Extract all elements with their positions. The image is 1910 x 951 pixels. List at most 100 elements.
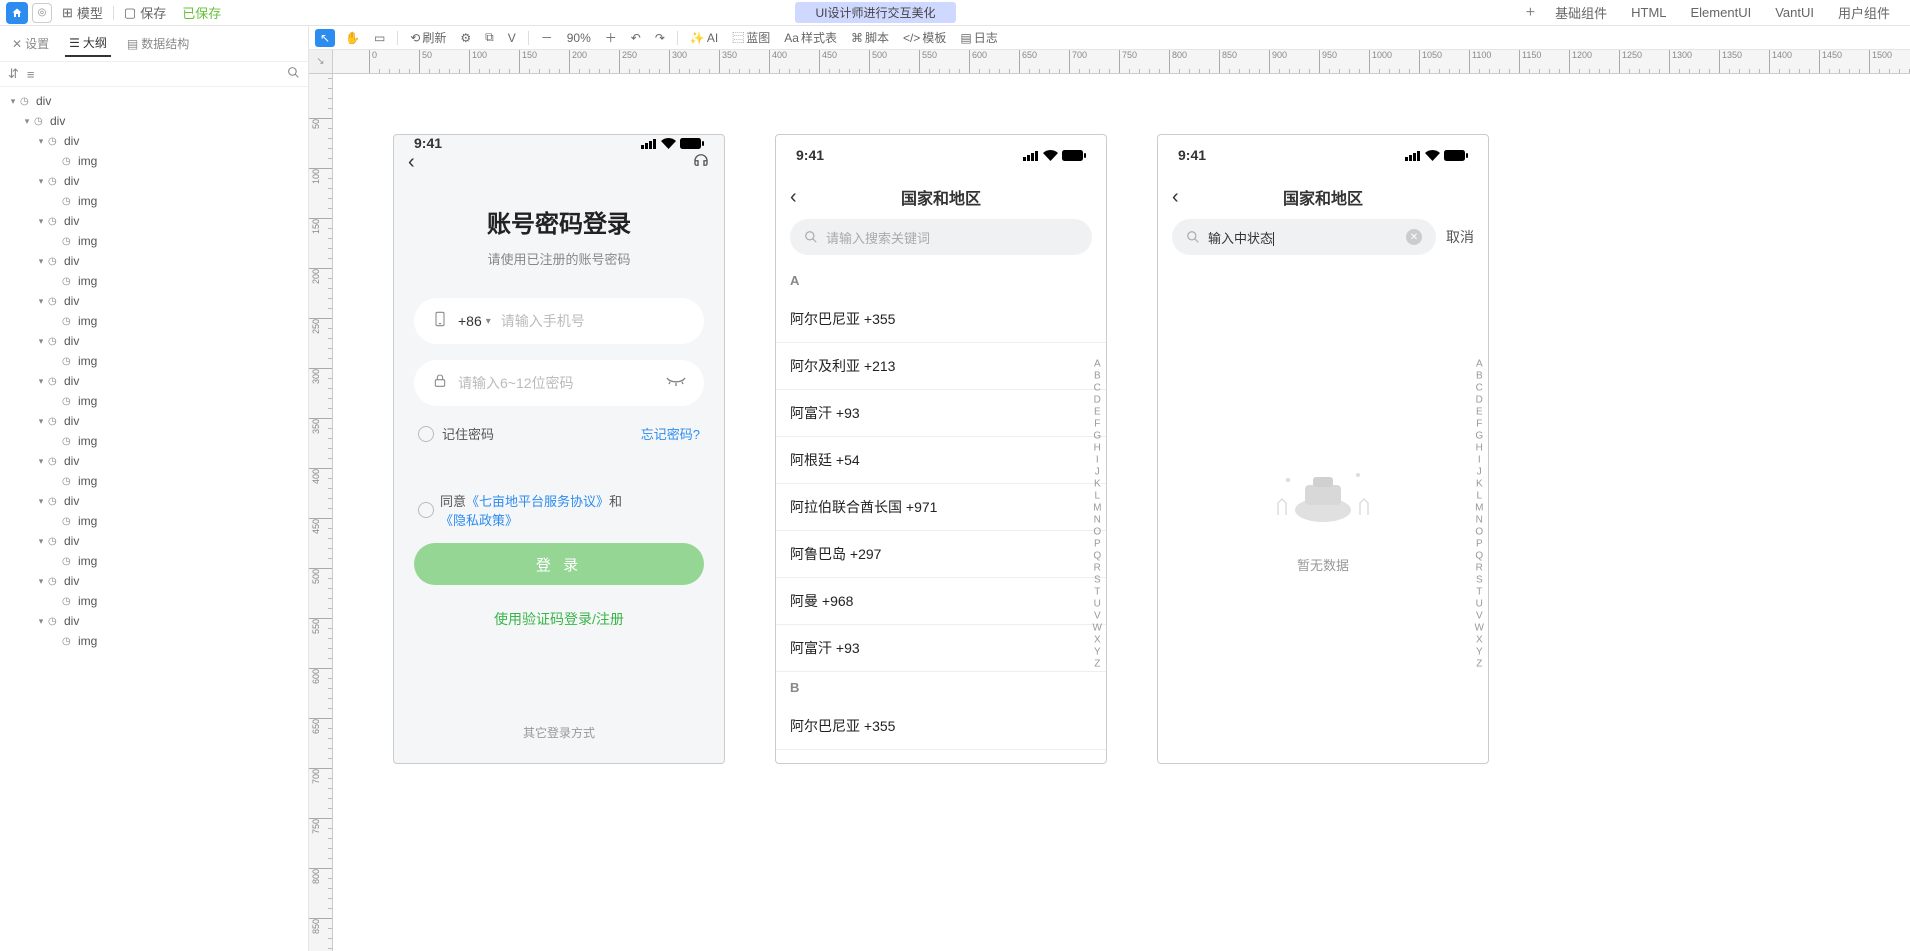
alpha-H[interactable]: H bbox=[1093, 443, 1102, 454]
alpha-L[interactable]: L bbox=[1475, 491, 1484, 502]
tree-node-img[interactable]: ◷img bbox=[0, 351, 308, 371]
alpha-index[interactable]: ABCDEFGHIJKLMNOPQRSTUVWXYZ bbox=[1475, 359, 1484, 670]
alpha-W[interactable]: W bbox=[1093, 623, 1102, 634]
alpha-P[interactable]: P bbox=[1475, 539, 1484, 550]
alpha-S[interactable]: S bbox=[1093, 575, 1102, 586]
alpha-I[interactable]: I bbox=[1093, 455, 1102, 466]
alpha-U[interactable]: U bbox=[1475, 599, 1484, 610]
canvas-viewport[interactable]: 9:41 ‹ 账号密码登录 bbox=[333, 74, 1910, 951]
zoom-level[interactable]: 90% bbox=[563, 29, 595, 47]
alpha-X[interactable]: X bbox=[1093, 635, 1102, 646]
tab-user-components[interactable]: 用户组件 bbox=[1826, 0, 1902, 26]
tree-node-img[interactable]: ◷img bbox=[0, 391, 308, 411]
tab-elementui[interactable]: ElementUI bbox=[1679, 1, 1764, 24]
alpha-K[interactable]: K bbox=[1475, 479, 1484, 490]
back-button[interactable]: ‹ bbox=[790, 186, 797, 209]
tab-vantui[interactable]: VantUI bbox=[1763, 1, 1826, 24]
alpha-T[interactable]: T bbox=[1475, 587, 1484, 598]
tree-node-img[interactable]: ◷img bbox=[0, 311, 308, 331]
alpha-J[interactable]: J bbox=[1475, 467, 1484, 478]
tree-node-img[interactable]: ◷img bbox=[0, 271, 308, 291]
forgot-password-link[interactable]: 忘记密码? bbox=[641, 424, 700, 443]
alpha-M[interactable]: M bbox=[1475, 503, 1484, 514]
gear-tool[interactable]: ⚙ bbox=[456, 29, 475, 47]
alpha-Q[interactable]: Q bbox=[1093, 551, 1102, 562]
alpha-V[interactable]: V bbox=[1475, 611, 1484, 622]
alpha-E[interactable]: E bbox=[1093, 407, 1102, 418]
add-tab-button[interactable]: + bbox=[1518, 4, 1543, 22]
alpha-S[interactable]: S bbox=[1475, 575, 1484, 586]
tree-node-img[interactable]: ◷img bbox=[0, 591, 308, 611]
country-item[interactable]: 阿尔及利亚 +213 bbox=[776, 343, 1106, 390]
search-input[interactable]: 请输入搜索关键词 bbox=[790, 219, 1092, 255]
tree-node-div[interactable]: ▾◷div bbox=[0, 491, 308, 511]
alpha-G[interactable]: G bbox=[1093, 431, 1102, 442]
tree-node-div[interactable]: ▾◷div bbox=[0, 211, 308, 231]
hand-tool[interactable]: ✋ bbox=[341, 29, 364, 47]
tree-node-img[interactable]: ◷img bbox=[0, 551, 308, 571]
template-button[interactable]: </>模板 bbox=[899, 27, 950, 48]
tree-node-img[interactable]: ◷img bbox=[0, 511, 308, 531]
redo-button[interactable]: ↷ bbox=[651, 29, 669, 47]
tab-basic-components[interactable]: 基础组件 bbox=[1543, 0, 1619, 26]
alpha-I[interactable]: I bbox=[1475, 455, 1484, 466]
tree-node-img[interactable]: ◷img bbox=[0, 471, 308, 491]
alpha-H[interactable]: H bbox=[1475, 443, 1484, 454]
country-list[interactable]: A 阿尔巴尼亚 +355阿尔及利亚 +213阿富汗 +93阿根廷 +54阿拉伯联… bbox=[776, 265, 1106, 763]
tree-node-div[interactable]: ▾◷div bbox=[0, 331, 308, 351]
tree-node-img[interactable]: ◷img bbox=[0, 231, 308, 251]
back-button[interactable]: ‹ bbox=[408, 151, 415, 174]
tree-node-div[interactable]: ▾◷div bbox=[0, 111, 308, 131]
pointer-tool[interactable]: ↖ bbox=[315, 29, 335, 47]
alpha-P[interactable]: P bbox=[1093, 539, 1102, 550]
stylesheet-button[interactable]: Aa样式表 bbox=[780, 27, 841, 48]
v-tool[interactable]: V bbox=[504, 29, 520, 47]
tree-node-div[interactable]: ▾◷div bbox=[0, 131, 308, 151]
tree-node-img[interactable]: ◷img bbox=[0, 631, 308, 651]
tree-node-div[interactable]: ▾◷div bbox=[0, 371, 308, 391]
country-item[interactable]: 阿富汗 +93 bbox=[776, 625, 1106, 672]
alt-login-link[interactable]: 使用验证码登录/注册 bbox=[414, 609, 704, 629]
tree-node-div[interactable]: ▾◷div bbox=[0, 291, 308, 311]
password-input[interactable]: 请输入6~12位密码 bbox=[414, 360, 704, 406]
headset-icon[interactable] bbox=[692, 151, 710, 174]
alpha-T[interactable]: T bbox=[1093, 587, 1102, 598]
alpha-index[interactable]: ABCDEFGHIJKLMNOPQRSTUVWXYZ bbox=[1093, 359, 1102, 670]
alpha-X[interactable]: X bbox=[1475, 635, 1484, 646]
alpha-A[interactable]: A bbox=[1475, 359, 1484, 370]
tree-node-img[interactable]: ◷img bbox=[0, 151, 308, 171]
tree-node-img[interactable]: ◷img bbox=[0, 431, 308, 451]
tree-tool-2[interactable]: ≡ bbox=[27, 67, 35, 82]
alpha-R[interactable]: R bbox=[1093, 563, 1102, 574]
alpha-V[interactable]: V bbox=[1093, 611, 1102, 622]
zoom-out[interactable]: － bbox=[537, 27, 557, 48]
agreement-row[interactable]: 同意《七亩地平台服务协议》和《隐私政策》 bbox=[414, 491, 704, 529]
log-button[interactable]: ▤日志 bbox=[956, 27, 1001, 48]
country-item[interactable]: 阿鲁巴岛 +297 bbox=[776, 531, 1106, 578]
ai-button[interactable]: ✨AI bbox=[686, 29, 722, 47]
service-agreement-link[interactable]: 《七亩地平台服务协议》 bbox=[466, 494, 609, 509]
alpha-W[interactable]: W bbox=[1475, 623, 1484, 634]
alpha-Y[interactable]: Y bbox=[1093, 647, 1102, 658]
alpha-F[interactable]: F bbox=[1475, 419, 1484, 430]
alpha-Z[interactable]: Z bbox=[1093, 659, 1102, 670]
country-item[interactable]: 阿根廷 +54 bbox=[776, 437, 1106, 484]
alpha-N[interactable]: N bbox=[1475, 515, 1484, 526]
alpha-K[interactable]: K bbox=[1093, 479, 1102, 490]
alpha-Z[interactable]: Z bbox=[1475, 659, 1484, 670]
alpha-C[interactable]: C bbox=[1093, 383, 1102, 394]
home-button[interactable] bbox=[6, 2, 28, 24]
tree-node-div[interactable]: ▾◷div bbox=[0, 171, 308, 191]
zoom-in[interactable]: ＋ bbox=[601, 27, 621, 48]
tab-data-structure[interactable]: ▤数据结构 bbox=[123, 30, 193, 57]
alpha-L[interactable]: L bbox=[1093, 491, 1102, 502]
alpha-A[interactable]: A bbox=[1093, 359, 1102, 370]
tree-node-div[interactable]: ▾◷div bbox=[0, 571, 308, 591]
alpha-B[interactable]: B bbox=[1475, 371, 1484, 382]
tree-node-div[interactable]: ▾◷div bbox=[0, 251, 308, 271]
tree-node-div[interactable]: ▾◷div bbox=[0, 411, 308, 431]
tree-node-div[interactable]: ▾◷div bbox=[0, 611, 308, 631]
tab-html[interactable]: HTML bbox=[1619, 1, 1678, 24]
frame-tool[interactable]: ▭ bbox=[370, 29, 389, 47]
tab-settings[interactable]: ✕设置 bbox=[8, 30, 53, 57]
